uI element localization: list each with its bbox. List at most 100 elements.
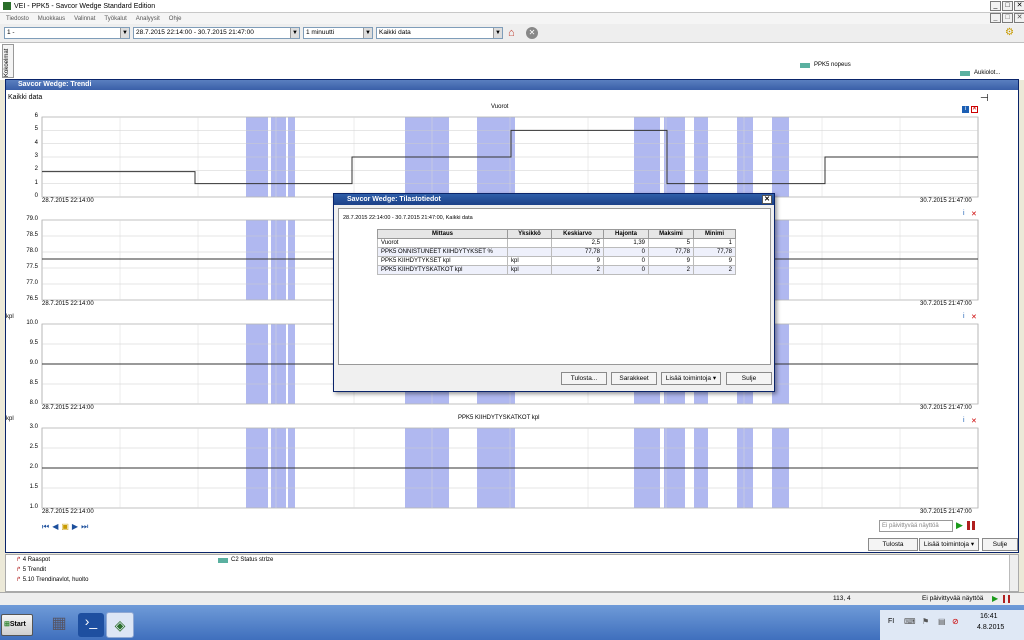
maximize-button[interactable]: □ — [1002, 1, 1013, 11]
y-tick-label: 77.0 — [26, 280, 38, 286]
date-end: 30.7.2015 21:47:00 — [920, 301, 972, 307]
flag-icon[interactable]: ⚑ — [922, 617, 929, 626]
play-icon[interactable]: ▶ — [956, 520, 963, 531]
menu-tiedosto[interactable]: Tiedosto — [6, 16, 29, 22]
chart-unit: kpl — [6, 416, 14, 422]
close-icon[interactable]: ✕ — [971, 417, 977, 425]
chevron-down-icon: ▼ — [363, 28, 372, 38]
pause-icon[interactable] — [967, 521, 975, 530]
tree-item[interactable]: ↱ 5.10 Trendinavlot, huolto — [16, 575, 88, 585]
menu-tyokalut[interactable]: Työkalut — [104, 16, 126, 22]
selector-combo[interactable]: 1 - ▼ — [4, 27, 130, 39]
close-button[interactable]: Sulje — [726, 372, 772, 385]
shift-band — [271, 220, 286, 300]
y-tick-label: 0 — [34, 193, 38, 199]
clock-date: 4.8.2015 — [977, 624, 1005, 631]
menu-analyysit[interactable]: Analyysit — [136, 16, 160, 22]
legend-item: Aukiolot... — [974, 70, 1001, 76]
next-page-icon[interactable]: ▶ — [72, 522, 78, 532]
columns-button[interactable]: Sarakkeet — [611, 372, 657, 385]
doc-close-button[interactable]: ✕ — [1014, 13, 1024, 23]
table-row[interactable]: Vuorot 2,5 1,39 5 1 — [377, 238, 736, 248]
keyboard-icon[interactable]: ⌨ — [904, 617, 916, 626]
close-icon[interactable]: ✕ — [971, 313, 977, 321]
taskbar-app-icon[interactable]: ▦ — [46, 613, 72, 637]
cell-keskiarvo: 2 — [551, 265, 604, 275]
cell-mittaus: PPK5 KIIHDYTYKSET kpl — [377, 256, 508, 266]
chevron-down-icon: ▼ — [493, 28, 502, 38]
menu-valinnat[interactable]: Valinnat — [74, 16, 95, 22]
print-button[interactable]: Tulosta... — [561, 372, 607, 385]
tree-item[interactable]: ↱ 5 Trendit — [16, 565, 88, 575]
more-actions-button[interactable]: Lisää toimintoja ▾ — [661, 372, 721, 385]
sidebar-tab-kokoelmat[interactable]: Kokoelmat — [2, 44, 14, 78]
tulosta-button[interactable]: Tulosta — [868, 538, 918, 551]
network-icon[interactable]: ▤ — [938, 617, 946, 626]
doc-restore-button[interactable]: □ — [1002, 13, 1013, 23]
date-end: 30.7.2015 21:47:00 — [920, 405, 972, 411]
cell-mittaus: Vuorot — [377, 238, 508, 248]
chevron-down-icon: ▼ — [120, 28, 129, 38]
dialog-subtitle: 28.7.2015 22:14:00 - 30.7.2015 21:47:00,… — [343, 215, 473, 221]
column-header: Yksikkö — [507, 229, 552, 239]
menu-muokkaus[interactable]: Muokkaus — [38, 16, 65, 22]
scrollbar[interactable] — [1009, 555, 1018, 591]
info-icon[interactable]: i — [963, 210, 965, 217]
wedge-app-icon[interactable]: ◈ — [106, 612, 134, 638]
alert-icon[interactable]: ⊘ — [952, 617, 959, 626]
interval-combo[interactable]: 1 minuutti ▼ — [303, 27, 373, 39]
statistics-table: Mittaus Yksikkö Keskiarvo Hajonta Maksim… — [377, 229, 736, 275]
settings-icon[interactable]: ⚙ — [1005, 27, 1019, 39]
legend-item: PPK5 nopeus — [814, 62, 851, 68]
y-tick-label: 9.0 — [29, 360, 38, 366]
y-tick-label: 9.5 — [29, 340, 38, 346]
taskbar — [0, 605, 1024, 640]
table-row[interactable]: PPK5 ONNISTUNEET KIIHDYTYKSET % 77,78 0 … — [377, 247, 736, 257]
y-tick-label: 2 — [34, 166, 38, 173]
table-header-row: Mittaus Yksikkö Keskiarvo Hajonta Maksim… — [377, 229, 736, 239]
legend-item: C2 Status strlze — [231, 557, 274, 563]
close-icon[interactable]: ✕ — [971, 106, 978, 113]
info-icon[interactable]: i — [962, 106, 969, 113]
menu-ohje[interactable]: Ohje — [169, 16, 182, 22]
tree-item[interactable]: ↱ 4 Raaspot — [16, 555, 88, 565]
table-row[interactable]: PPK5 KIIHDYTYKSET kpl kpl 9 0 9 9 — [377, 256, 736, 266]
last-page-icon[interactable]: ⏭ — [81, 522, 88, 532]
cell-maksimi: 5 — [648, 238, 694, 248]
zoom-icon[interactable]: ▣ — [61, 522, 69, 532]
date-range-combo[interactable]: 28.7.2015 22:14:00 - 30.7.2015 21:47:00 ▼ — [133, 27, 300, 39]
play-icon[interactable]: ▶ — [992, 594, 998, 603]
dialog-title: Savcor Wedge: Tilastotiedot — [347, 196, 441, 203]
refresh-field[interactable]: Ei päivittyvää näyttöä — [879, 520, 953, 532]
data-scope-combo[interactable]: Kaikki data ▼ — [376, 27, 503, 39]
minimize-button[interactable]: _ — [990, 1, 1001, 11]
doc-minimize-button[interactable]: _ — [990, 13, 1001, 23]
pause-icon[interactable] — [1003, 595, 1010, 603]
cell-hajonta: 0 — [603, 247, 649, 257]
language-indicator[interactable]: FI — [888, 618, 894, 625]
y-tick-label: 76.5 — [26, 296, 38, 302]
more-actions-button[interactable]: Lisää toimintoja ▾ — [919, 538, 979, 551]
sulje-button[interactable]: Sulje — [982, 538, 1018, 551]
cell-keskiarvo: 77,78 — [551, 247, 604, 257]
start-button[interactable]: ⊞Start — [1, 614, 33, 636]
y-tick-label: 3.0 — [29, 424, 38, 430]
cell-minimi: 1 — [693, 238, 736, 248]
trend-title-bar: Savcor Wedge: Trendi — [6, 80, 1018, 90]
table-row[interactable]: PPK5 KIIHDYTYSKATKOT kpl kpl 2 0 2 2 — [377, 265, 736, 275]
coords-readout: 113, 4 — [833, 595, 851, 602]
home-icon[interactable]: ⌂ — [508, 27, 520, 39]
chart-title: Vuorot — [491, 104, 509, 110]
info-icon[interactable]: i — [963, 417, 965, 424]
stop-icon[interactable]: ✕ — [526, 27, 538, 39]
system-tray: FI ⌨ ⚑ ▤ ⊘ 16:41 4.8.2015 — [880, 610, 1024, 640]
first-page-icon[interactable]: ⏮ — [42, 522, 49, 532]
prev-page-icon[interactable]: ◀ — [52, 522, 58, 532]
y-tick-label: 2.0 — [29, 464, 38, 470]
close-icon[interactable]: ✕ — [971, 210, 977, 218]
close-button[interactable]: ✕ — [1014, 1, 1024, 11]
dialog-close-button[interactable]: ✕ — [762, 195, 772, 204]
y-tick-label: 78.0 — [26, 248, 38, 254]
info-icon[interactable]: i — [963, 313, 965, 320]
powershell-icon[interactable]: ›_ — [78, 613, 104, 637]
